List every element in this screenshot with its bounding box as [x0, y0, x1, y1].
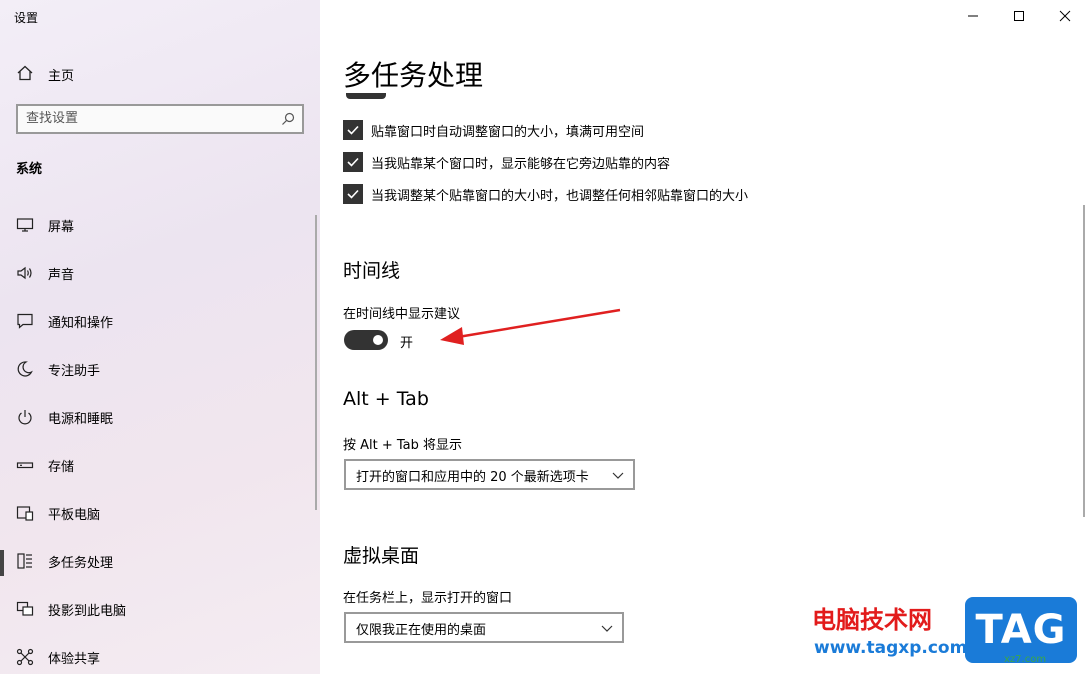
sidebar-item-sound[interactable]: 声音: [0, 252, 320, 300]
sidebar-item-focus-assist[interactable]: 专注助手: [0, 348, 320, 396]
alttab-dropdown[interactable]: 打开的窗口和应用中的 20 个最新选项卡: [344, 459, 635, 490]
sidebar-item-multitasking[interactable]: 多任务处理: [0, 540, 320, 588]
sidebar-item-tablet[interactable]: 平板电脑: [0, 492, 320, 540]
sidebar-item-project[interactable]: 投影到此电脑: [0, 588, 320, 636]
alttab-heading: Alt + Tab: [343, 388, 429, 410]
sidebar-item-notifications[interactable]: 通知和操作: [0, 300, 320, 348]
sidebar-item-power[interactable]: 电源和睡眠: [0, 396, 320, 444]
scrolled-toggle-peek: [346, 93, 386, 99]
sidebar-item-label: 存储: [48, 460, 75, 475]
multitask-icon: [17, 553, 32, 569]
search-icon[interactable]: [280, 111, 296, 127]
sidebar-item-home[interactable]: 主页: [0, 58, 320, 88]
checkmark-icon: [347, 125, 359, 135]
tablet-icon: [16, 506, 34, 521]
close-icon: [1059, 10, 1071, 22]
timeline-suggestions-toggle[interactable]: [344, 330, 388, 350]
checkbox-label: 贴靠窗口时自动调整窗口的大小，填满可用空间: [371, 124, 645, 140]
sidebar: 设置 主页 系统 屏幕 声: [0, 0, 320, 674]
checkmark-icon: [347, 157, 359, 167]
power-icon: [18, 410, 32, 425]
virtual-desktops-dropdown[interactable]: 仅限我正在使用的桌面: [344, 612, 624, 643]
sidebar-item-label: 通知和操作: [48, 316, 114, 331]
sidebar-item-label: 电源和睡眠: [48, 412, 114, 427]
sidebar-item-label: 主页: [48, 69, 75, 84]
sidebar-nav: 屏幕 声音 通知和操作 专注助手 电源和睡眠 存储 平板电脑 多任务处理 投影到…: [0, 204, 320, 674]
checkbox[interactable]: [343, 152, 363, 172]
snap-option-3[interactable]: 当我调整某个贴靠窗口的大小时，也调整任何相邻贴靠窗口的大小: [343, 183, 748, 205]
search-box[interactable]: [16, 104, 304, 134]
maximize-icon: [1014, 11, 1024, 21]
toggle-knob: [373, 335, 383, 345]
message-icon: [17, 313, 33, 329]
window-title: 设置: [14, 11, 39, 25]
share-icon: [16, 648, 34, 666]
checkbox-label: 当我调整某个贴靠窗口的大小时，也调整任何相邻贴靠窗口的大小: [371, 188, 749, 204]
maximize-button[interactable]: [996, 0, 1042, 32]
chevron-down-icon: [601, 625, 613, 632]
speaker-icon: [17, 266, 32, 280]
snap-option-2[interactable]: 当我贴靠某个窗口时，显示能够在它旁边贴靠的内容: [343, 151, 670, 173]
checkbox-label: 当我贴靠某个窗口时，显示能够在它旁边贴靠的内容: [371, 156, 671, 172]
sidebar-item-label: 平板电脑: [48, 508, 101, 523]
home-icon: [17, 65, 33, 81]
chevron-down-icon: [612, 472, 624, 479]
sidebar-scrollbar[interactable]: [315, 215, 317, 510]
sidebar-item-label: 投影到此电脑: [48, 604, 127, 619]
sidebar-item-storage[interactable]: 存储: [0, 444, 320, 492]
monitor-icon: [16, 218, 34, 232]
dropdown-selected-value: 打开的窗口和应用中的 20 个最新选项卡: [356, 470, 589, 485]
main-scrollbar[interactable]: [1083, 205, 1085, 517]
section-label: 系统: [16, 162, 43, 177]
sidebar-item-label: 屏幕: [48, 220, 75, 235]
close-button[interactable]: [1042, 0, 1088, 32]
sidebar-item-label: 体验共享: [48, 652, 101, 667]
sidebar-item-display[interactable]: 屏幕: [0, 204, 320, 252]
page-title: 多任务处理: [343, 59, 484, 92]
sidebar-item-label: 多任务处理: [48, 556, 114, 571]
watermark-url: www.tagxp.com: [814, 638, 968, 658]
checkbox[interactable]: [343, 120, 363, 140]
watermark-sub: xz7.com: [1004, 654, 1047, 665]
project-icon: [16, 601, 34, 616]
checkmark-icon: [347, 189, 359, 199]
toggle-state-label: 开: [400, 336, 414, 351]
virtual-desktops-heading: 虚拟桌面: [343, 545, 420, 567]
minimize-button[interactable]: [950, 0, 996, 32]
timeline-heading: 时间线: [343, 260, 401, 282]
moon-icon: [17, 361, 33, 377]
dropdown-selected-value: 仅限我正在使用的桌面: [356, 623, 487, 638]
virtual-desktops-setting-label: 在任务栏上，显示打开的窗口: [343, 591, 513, 606]
checkbox[interactable]: [343, 184, 363, 204]
annotation-arrow: [440, 308, 621, 345]
watermark-logo-text: TAG: [975, 607, 1067, 653]
storage-icon: [16, 462, 34, 469]
alttab-setting-label: 按 Alt + Tab 将显示: [343, 438, 463, 453]
sidebar-item-label: 声音: [48, 268, 75, 283]
sidebar-item-shared-experiences[interactable]: 体验共享: [0, 636, 320, 674]
sidebar-item-label: 专注助手: [48, 364, 101, 379]
search-input[interactable]: [26, 111, 276, 126]
minimize-icon: [968, 15, 978, 17]
watermark-text: 电脑技术网: [812, 606, 932, 634]
snap-option-1[interactable]: 贴靠窗口时自动调整窗口的大小，填满可用空间: [343, 119, 644, 141]
